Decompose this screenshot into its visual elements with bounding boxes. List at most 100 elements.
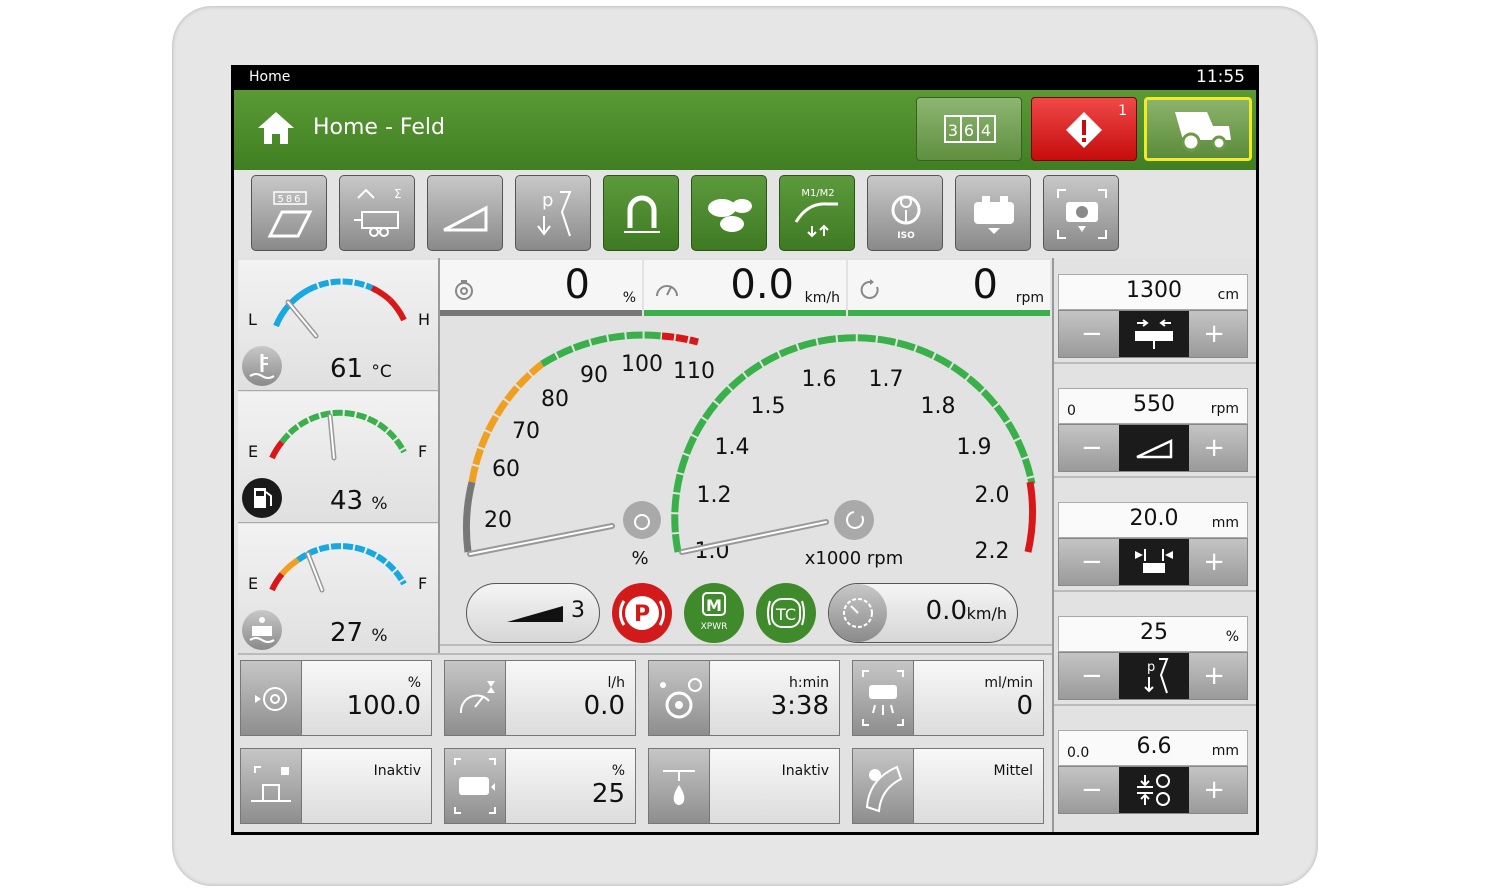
parking-brake-button[interactable]: P xyxy=(612,583,672,643)
control-unit: rpm xyxy=(1210,401,1239,417)
concave-gap-control: 0.0 6.6 mm − + xyxy=(1058,730,1248,814)
def-value: 27 % xyxy=(330,618,388,648)
divider xyxy=(1054,362,1256,364)
tank-fill-icon xyxy=(445,749,506,823)
decrease-button[interactable]: − xyxy=(1081,433,1103,463)
load-tick-110: 110 xyxy=(673,359,715,384)
alarm-button[interactable]: 1 xyxy=(1031,97,1137,161)
m1m2-label: M1/M2 xyxy=(801,188,834,199)
fuel-value: 43 % xyxy=(330,486,388,516)
speed-unit: km/h xyxy=(804,290,840,306)
toolbar-m1-m2-mode[interactable]: M1/M2 xyxy=(779,175,855,251)
toolbar-counter-area[interactable]: 586 xyxy=(251,175,327,251)
toolbar-magnet[interactable] xyxy=(603,175,679,251)
rotor-hours-icon xyxy=(649,661,710,735)
divider xyxy=(1054,476,1256,478)
hydraulic-lock-tile[interactable]: Inaktiv xyxy=(240,748,432,824)
toolbar-stones[interactable] xyxy=(691,175,767,251)
increase-button[interactable]: + xyxy=(1203,547,1225,577)
home-icon[interactable] xyxy=(256,110,296,150)
increase-button[interactable]: + xyxy=(1203,433,1225,463)
toolbar-tank-camera[interactable] xyxy=(1043,175,1119,251)
control-unit: mm xyxy=(1211,515,1239,531)
toolbar-ramp[interactable] xyxy=(427,175,503,251)
tile-value: 25 xyxy=(591,779,625,809)
fuel-high-label: F xyxy=(418,442,428,461)
engine-power-tile[interactable]: % 100.0 xyxy=(240,660,432,736)
decrease-button[interactable]: − xyxy=(1081,319,1103,349)
gear-indicator[interactable]: 3 xyxy=(466,583,600,643)
rpm-tick-1-6: 1.6 xyxy=(802,367,837,392)
tile-status: Inaktiv xyxy=(781,763,829,779)
tank-level-tile[interactable]: % 25 xyxy=(444,748,636,824)
traction-control-button[interactable]: TC xyxy=(756,583,816,643)
tile-unit: % xyxy=(611,763,625,779)
def-low-label: E xyxy=(248,574,259,593)
fuel-rate-icon xyxy=(445,661,506,735)
rpm-tick-2-2: 2.2 xyxy=(975,539,1010,564)
load-tick-70: 70 xyxy=(512,419,540,444)
control-buttons: − p + xyxy=(1058,652,1248,700)
xpwr-button[interactable]: M XPWR xyxy=(684,583,744,643)
counter-button[interactable]: 3 6 4 xyxy=(916,97,1022,161)
xpwr-label: XPWR xyxy=(701,622,728,632)
operating-hours-tile[interactable]: h:min 3:38 xyxy=(648,660,840,736)
rpm-cell: 0 rpm xyxy=(848,260,1050,316)
tc-label: TC xyxy=(775,605,796,624)
control-value: 25 xyxy=(1140,620,1168,645)
value-box: 1300 cm xyxy=(1058,274,1248,310)
speed-value: 0.0 xyxy=(730,262,794,308)
toolbar-pressure-control[interactable]: p xyxy=(515,175,591,251)
application-rate-tile[interactable]: ml/min 0 xyxy=(852,660,1044,736)
increase-button[interactable]: + xyxy=(1203,775,1225,805)
tile-status: Inaktiv xyxy=(373,763,421,779)
toolbar-counter-label: 586 xyxy=(277,194,302,205)
rpm-dial-unit: x1000 rpm xyxy=(805,548,904,569)
increase-button[interactable]: + xyxy=(1203,661,1225,691)
tile-value: 0.0 xyxy=(583,691,625,721)
fuel-gauge: E F 43 % xyxy=(238,392,438,523)
toolbar-harvest-sum[interactable]: Σ xyxy=(339,175,415,251)
gap-adjust-icon xyxy=(1119,539,1189,585)
svg-text:Σ: Σ xyxy=(394,187,402,201)
spreader-icon xyxy=(853,749,914,823)
temp-high-label: H xyxy=(418,310,431,329)
decrease-button[interactable]: − xyxy=(1081,775,1103,805)
divider xyxy=(438,258,440,654)
engine-load-dial-icon xyxy=(623,501,661,539)
rpm-unit: rpm xyxy=(1015,290,1044,306)
rpm-tick-2-0: 2.0 xyxy=(975,483,1010,508)
load-tick-20: 20 xyxy=(484,508,512,533)
divider xyxy=(1054,590,1256,592)
coolant-icon xyxy=(242,346,282,386)
increase-button[interactable]: + xyxy=(1203,319,1225,349)
engine-load-cell: 0 % xyxy=(440,260,642,316)
machine-button[interactable] xyxy=(1144,97,1252,161)
speedometer-icon xyxy=(656,285,678,297)
control-buttons: − + xyxy=(1058,424,1248,472)
load-tick-100: 100 xyxy=(621,352,663,377)
toolbar-iso[interactable]: ISO xyxy=(867,175,943,251)
tile-status: Mittel xyxy=(993,763,1033,779)
load-dial-unit: % xyxy=(631,548,648,569)
tile-unit: ml/min xyxy=(984,675,1033,691)
def-high-label: F xyxy=(418,574,428,593)
decrease-button[interactable]: − xyxy=(1081,661,1103,691)
stones-icon xyxy=(708,199,752,232)
rpm-value: 0 xyxy=(972,262,998,308)
engine-load-bar xyxy=(440,310,642,316)
liquid-dosing-tile[interactable]: Inaktiv xyxy=(648,748,840,824)
iso-label: ISO xyxy=(897,231,915,241)
decrease-button[interactable]: − xyxy=(1081,547,1103,577)
toolbar-tank[interactable] xyxy=(955,175,1031,251)
steering-wheel-icon: ISO xyxy=(891,195,921,241)
header-bar: Home - Feld 3 6 4 1 xyxy=(234,90,1256,170)
tile-value: 0 xyxy=(1016,691,1033,721)
rpm-tick-1-5: 1.5 xyxy=(751,394,786,419)
coolant-temp-gauge: L H 61 °C xyxy=(238,260,438,391)
cruise-control[interactable]: 0.0 km/h xyxy=(828,583,1018,643)
fuel-pump-icon xyxy=(242,478,282,518)
spreader-intensity-tile[interactable]: Mittel xyxy=(852,748,1044,824)
fuel-consumption-tile[interactable]: l/h 0.0 xyxy=(444,660,636,736)
load-tick-80: 80 xyxy=(541,387,569,412)
